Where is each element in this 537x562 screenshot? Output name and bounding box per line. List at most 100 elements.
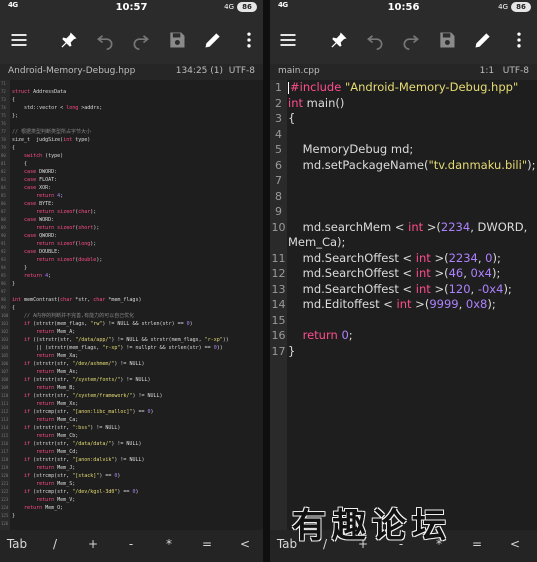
code-line[interactable]: 72 struct AddressData <box>0 88 263 96</box>
code-line[interactable]: 10 md.searchMem < int >(2234, DWORD, <box>270 220 537 236</box>
symbol-key[interactable]: * <box>154 537 184 551</box>
code-line[interactable]: 75}; <box>0 112 263 120</box>
pin-icon[interactable] <box>56 27 82 53</box>
edit-pencil-icon[interactable] <box>470 27 496 53</box>
code-line[interactable]: 94 } <box>0 264 263 272</box>
code-line[interactable]: 74 std::vector < long >addrs; <box>0 104 263 112</box>
code-line[interactable]: 87 return sizeof(char); <box>0 208 263 216</box>
code-editor[interactable]: 1 #include "Android-Memory-Debug.hpp" 2 int… <box>270 80 537 359</box>
save-icon[interactable] <box>164 27 190 53</box>
code-line[interactable]: 122 if (strcmp(str, "/dev/kgsl-3d0") == … <box>0 488 263 496</box>
code-line[interactable]: 106 if (strstr(str, "/dev/ashmem/") != N… <box>0 360 263 368</box>
undo-icon[interactable] <box>362 27 388 53</box>
code-line[interactable]: 95 return 4; <box>0 272 263 280</box>
code-line[interactable]: 112 if (strcmp(str, "[anon:libc_malloc]"… <box>0 408 263 416</box>
code-line[interactable]: 100 // A内存的判断并不完善,有能力的可以自己优化 <box>0 312 263 320</box>
code-line[interactable]: 7 <box>270 173 537 189</box>
split-divider[interactable] <box>263 0 270 562</box>
code-line[interactable]: 110 if (strstr(str, "/system/framework/"… <box>0 392 263 400</box>
code-line[interactable]: 109 return Mem_B; <box>0 384 263 392</box>
code-line[interactable]: 14 md.Editoffest < int >(9999, 0x8); <box>270 297 537 313</box>
code-line[interactable]: 117 return Mem_Cd; <box>0 448 263 456</box>
code-line[interactable]: 114 if (strstr(str, ":bss") != NULL) <box>0 424 263 432</box>
symbol-key[interactable]: = <box>462 537 492 551</box>
code-line[interactable]: 79 { <box>0 144 263 152</box>
code-line[interactable]: 115 return Mem_Cb; <box>0 432 263 440</box>
symbol-key[interactable]: < <box>230 537 260 551</box>
code-line[interactable]: 89 return sizeof(short); <box>0 224 263 232</box>
code-line[interactable]: 8 <box>270 189 537 205</box>
code-line[interactable]: 6 md.setPackageName("tv.danmaku.bili"); <box>270 158 537 174</box>
code-line[interactable]: 119 return Mem_J; <box>0 464 263 472</box>
code-line[interactable]: 101 if (strstr(mem_flags, "rw") != NULL … <box>0 320 263 328</box>
code-line[interactable]: 108 if (strstr(str, "/system/fonts/") !=… <box>0 376 263 384</box>
undo-icon[interactable] <box>92 27 118 53</box>
code-line[interactable]: 98 int memContrast(char *str, char *mem_f… <box>0 296 263 304</box>
symbol-key[interactable]: = <box>192 537 222 551</box>
more-vertical-icon[interactable] <box>506 27 532 53</box>
redo-icon[interactable] <box>128 27 154 53</box>
symbol-key[interactable]: + <box>78 537 108 551</box>
code-line[interactable]: 125} <box>0 512 263 520</box>
code-line[interactable]: 17} <box>270 344 537 360</box>
code-line[interactable]: 116 if (strstr(str, "/data/data/") != NU… <box>0 440 263 448</box>
code-line[interactable]: 92 case DOUBLE: <box>0 248 263 256</box>
file-name[interactable]: Android-Memory-Debug.hpp <box>8 66 135 76</box>
code-line[interactable]: 11 md.SearchOffest < int >(2234, 0); <box>270 251 537 267</box>
code-line[interactable]: 78 size_t judgSize(int type) <box>0 136 263 144</box>
redo-icon[interactable] <box>398 27 424 53</box>
code-line[interactable]: 84 case XOR: <box>0 184 263 192</box>
code-line[interactable]: 120 if (strcmp(str, "[stack]") == 0) <box>0 472 263 480</box>
code-line[interactable]: 2 int main() <box>270 96 537 112</box>
code-line[interactable]: 4 <box>270 127 537 143</box>
symbol-key[interactable]: Tab <box>2 537 32 551</box>
code-line[interactable]: 102 return Mem_A; <box>0 328 263 336</box>
code-line[interactable]: Mem_Ca); <box>270 235 537 251</box>
code-line[interactable]: 97 <box>0 288 263 296</box>
code-line[interactable]: 86 case BYTE: <box>0 200 263 208</box>
code-line[interactable]: 124 return Mem_O; <box>0 504 263 512</box>
code-line[interactable]: 3{ <box>270 111 537 127</box>
code-line[interactable]: 73 { <box>0 96 263 104</box>
save-icon[interactable] <box>434 27 460 53</box>
code-line[interactable]: 99 { <box>0 304 263 312</box>
code-line[interactable]: 107 return Mem_As; <box>0 368 263 376</box>
code-line[interactable]: 13 md.SearchOffest < int >(120, -0x4); <box>270 282 537 298</box>
code-line[interactable]: 83 case FLOAT: <box>0 176 263 184</box>
edit-pencil-icon[interactable] <box>200 27 226 53</box>
menu-icon[interactable] <box>275 27 301 53</box>
code-line[interactable]: 76 <box>0 120 263 128</box>
code-line[interactable]: 16 return 0; <box>270 328 537 344</box>
code-line[interactable]: 9 <box>270 204 537 220</box>
code-line[interactable]: 85 return 4; <box>0 192 263 200</box>
symbol-key[interactable]: / <box>40 537 70 551</box>
code-line[interactable]: 104 || (strstr(mem_flags, "r-xp") != nul… <box>0 344 263 352</box>
code-line[interactable]: 103 if ((strstr(str, "/data/app/") != NU… <box>0 336 263 344</box>
code-line[interactable]: 93 return sizeof(double); <box>0 256 263 264</box>
code-line[interactable]: 71 <box>0 80 263 88</box>
code-editor[interactable]: 71 72 struct AddressData 73{74 std::vector … <box>0 80 263 528</box>
code-line[interactable]: 81 { <box>0 160 263 168</box>
more-vertical-icon[interactable] <box>236 27 262 53</box>
file-name[interactable]: main.cpp <box>278 66 320 76</box>
code-line[interactable]: 12 md.SearchOffest < int >(46, 0x4); <box>270 266 537 282</box>
code-line[interactable]: 82 case DWORD: <box>0 168 263 176</box>
code-line[interactable]: 118 if (strstr(str, "[anon:dalvik") != N… <box>0 456 263 464</box>
code-line[interactable]: 96} <box>0 280 263 288</box>
code-line[interactable]: 121 return Mem_S; <box>0 480 263 488</box>
code-line[interactable]: 1 #include "Android-Memory-Debug.hpp" <box>270 80 537 96</box>
code-line[interactable]: 77 // 根据类型判断类型所占字节大小 <box>0 128 263 136</box>
symbol-key[interactable]: - <box>116 537 146 551</box>
menu-icon[interactable] <box>6 27 32 53</box>
code-line[interactable]: 105 return Mem_Xa; <box>0 352 263 360</box>
code-line[interactable]: 15 <box>270 313 537 329</box>
code-line[interactable]: 111 return Mem_Xs; <box>0 400 263 408</box>
code-line[interactable]: 91 return sizeof(long); <box>0 240 263 248</box>
code-line[interactable]: 90 case QWORD: <box>0 232 263 240</box>
code-line[interactable]: 126 <box>0 520 263 528</box>
pin-icon[interactable] <box>326 27 352 53</box>
code-line[interactable]: 88 case WORD: <box>0 216 263 224</box>
symbol-key[interactable]: < <box>500 537 530 551</box>
code-line[interactable]: 5 MemoryDebug md; <box>270 142 537 158</box>
code-line[interactable]: 80 switch (type) <box>0 152 263 160</box>
